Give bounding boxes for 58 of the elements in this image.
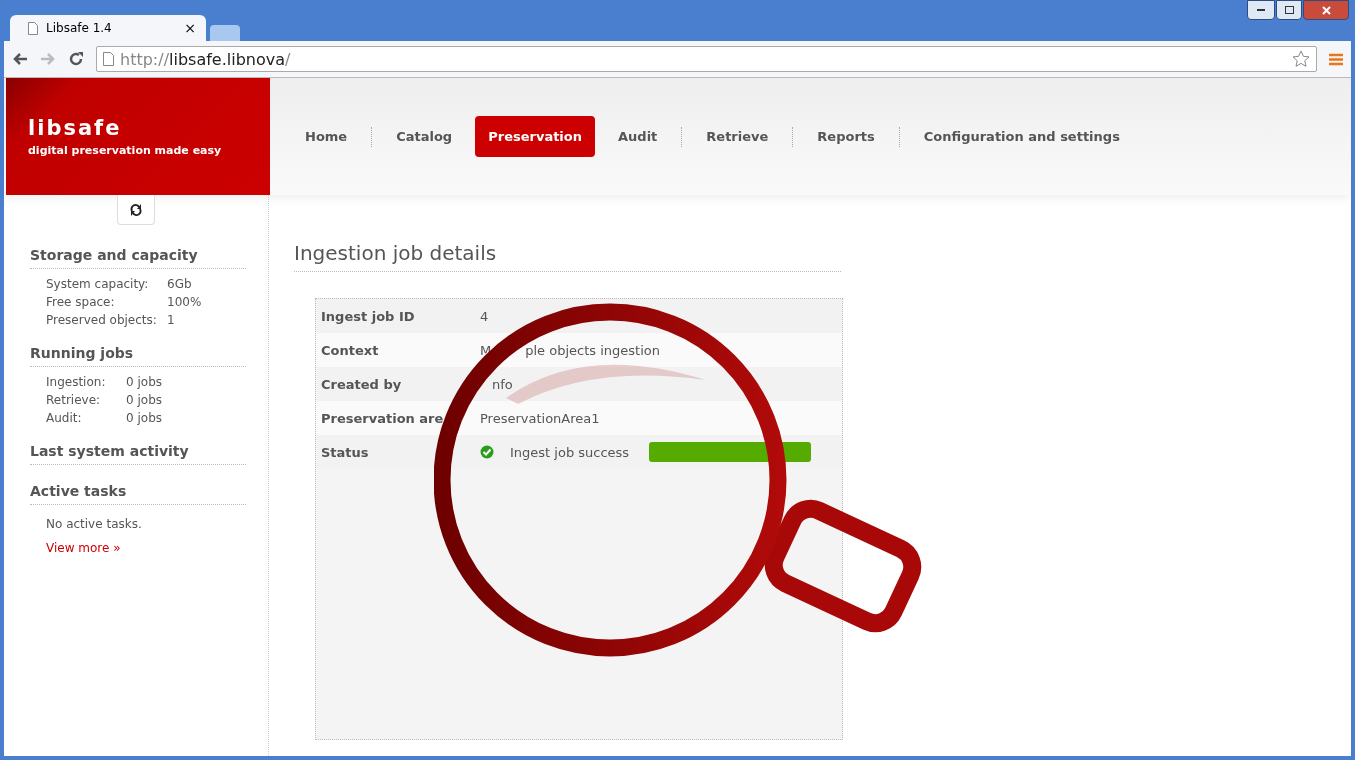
field-label: Status	[321, 444, 370, 460]
page-icon	[103, 52, 114, 66]
stat-value: 0 jobs	[126, 393, 163, 407]
nav-link[interactable]: Preservation	[475, 116, 595, 157]
refresh-icon	[129, 202, 143, 217]
stat-label: Ingestion:	[46, 375, 107, 389]
field-value: 4	[480, 308, 489, 324]
field-value: Ingest job success	[510, 444, 630, 460]
tab-title: Libsafe 1.4	[46, 21, 113, 35]
minimize-button[interactable]	[1247, 0, 1275, 20]
field-label: Context	[321, 342, 380, 358]
field-label: Ingest job ID	[321, 308, 416, 324]
stat-value: 6Gb	[167, 277, 193, 291]
menu-icon[interactable]	[1329, 52, 1343, 66]
star-icon[interactable]	[1292, 50, 1310, 68]
nav-link[interactable]: Configuration and settings	[910, 116, 1133, 157]
tagline: digital preservation made easy	[28, 144, 223, 157]
reload-icon[interactable]	[68, 51, 84, 67]
section-title: Active tasks	[30, 483, 246, 505]
stat-value: 100%	[167, 295, 203, 309]
close-icon	[1321, 5, 1331, 15]
section-title: Storage and capacity	[30, 247, 246, 269]
stat-label: System capacity:	[46, 277, 150, 291]
close-button[interactable]	[1303, 0, 1349, 20]
stat-label: Preserved objects:	[46, 313, 158, 327]
nav-link[interactable]: Reports	[804, 116, 888, 157]
maximize-button[interactable]	[1276, 0, 1302, 20]
url-text: http://libsafe.libnova/	[120, 49, 291, 69]
close-icon[interactable]: ×	[184, 20, 196, 36]
field-value: nfo	[492, 376, 513, 392]
field-value: PreservationArea1	[480, 410, 600, 426]
page-icon	[28, 21, 38, 35]
check-icon	[480, 445, 494, 459]
back-icon[interactable]	[12, 52, 28, 66]
address-bar[interactable]: http://libsafe.libnova/	[96, 46, 1317, 72]
maximize-icon	[1284, 6, 1294, 14]
browser-tab[interactable]: Libsafe 1.4 ×	[10, 15, 206, 41]
logo-text: libsafe	[28, 116, 123, 140]
field-value: ple objects ingestion	[525, 342, 660, 358]
empty-message: No active tasks.	[46, 517, 143, 531]
nav-link[interactable]: Catalog	[383, 116, 466, 157]
section-title: Last system activity	[30, 443, 246, 465]
stat-value: 1	[167, 313, 176, 327]
stat-value: 0 jobs	[126, 411, 163, 425]
view-more-link[interactable]: View more »	[46, 541, 121, 555]
stat-value: 0 jobs	[126, 375, 163, 389]
stat-label: Free space:	[46, 295, 116, 309]
stat-label: Retrieve:	[46, 393, 102, 407]
field-label: Created by	[321, 376, 403, 392]
field-label: Preservation are	[321, 410, 445, 426]
refresh-button[interactable]	[117, 195, 155, 225]
stat-label: Audit:	[46, 411, 83, 425]
nav-link[interactable]: Audit	[605, 116, 671, 157]
page-title: Ingestion job details	[294, 241, 841, 272]
nav-link[interactable]: Retrieve	[693, 116, 782, 157]
nav-link[interactable]: Home	[292, 116, 361, 157]
minimize-icon	[1257, 9, 1265, 11]
section-title: Running jobs	[30, 345, 246, 367]
